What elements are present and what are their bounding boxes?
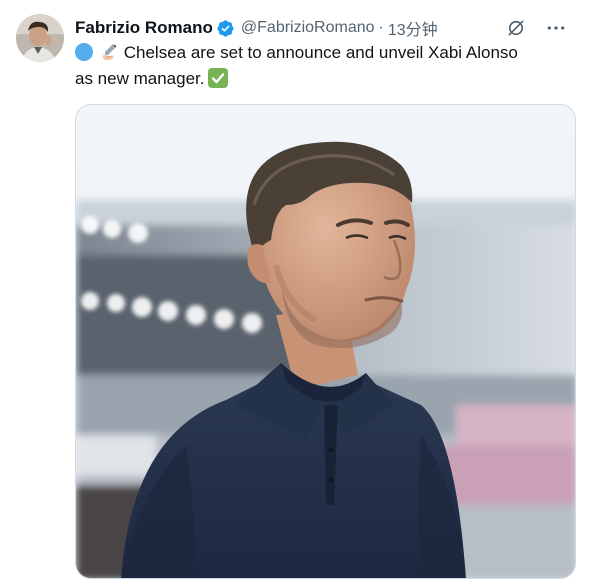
tweet-text: Chelsea are set to announce and unveil X… [75,40,575,92]
avatar[interactable] [16,14,64,62]
writing-hand-icon [100,42,120,62]
verified-badge-icon [216,19,235,38]
blue-circle-icon [75,43,93,61]
photo-image [76,105,575,578]
check-mark-icon [208,68,229,88]
tweet-header: Fabrizio Romano @FabrizioRomano · 13分钟 [75,16,579,40]
tweet-text-line1: Chelsea are set to announce and unveil X… [123,43,518,62]
tweet-photo[interactable] [75,104,576,579]
tweet-text-line2: as new manager. [75,69,205,88]
avatar-image [16,14,64,62]
author-handle[interactable]: @FabrizioRomano [241,19,375,37]
grok-icon[interactable] [505,17,527,39]
tweet-card[interactable]: Fabrizio Romano @FabrizioRomano · 13分钟 C… [0,0,589,585]
header-actions [505,16,567,40]
separator-dot: · [378,19,384,36]
timestamp[interactable]: 13分钟 [388,16,438,40]
more-icon[interactable] [545,17,567,39]
author-name[interactable]: Fabrizio Romano [75,18,213,38]
